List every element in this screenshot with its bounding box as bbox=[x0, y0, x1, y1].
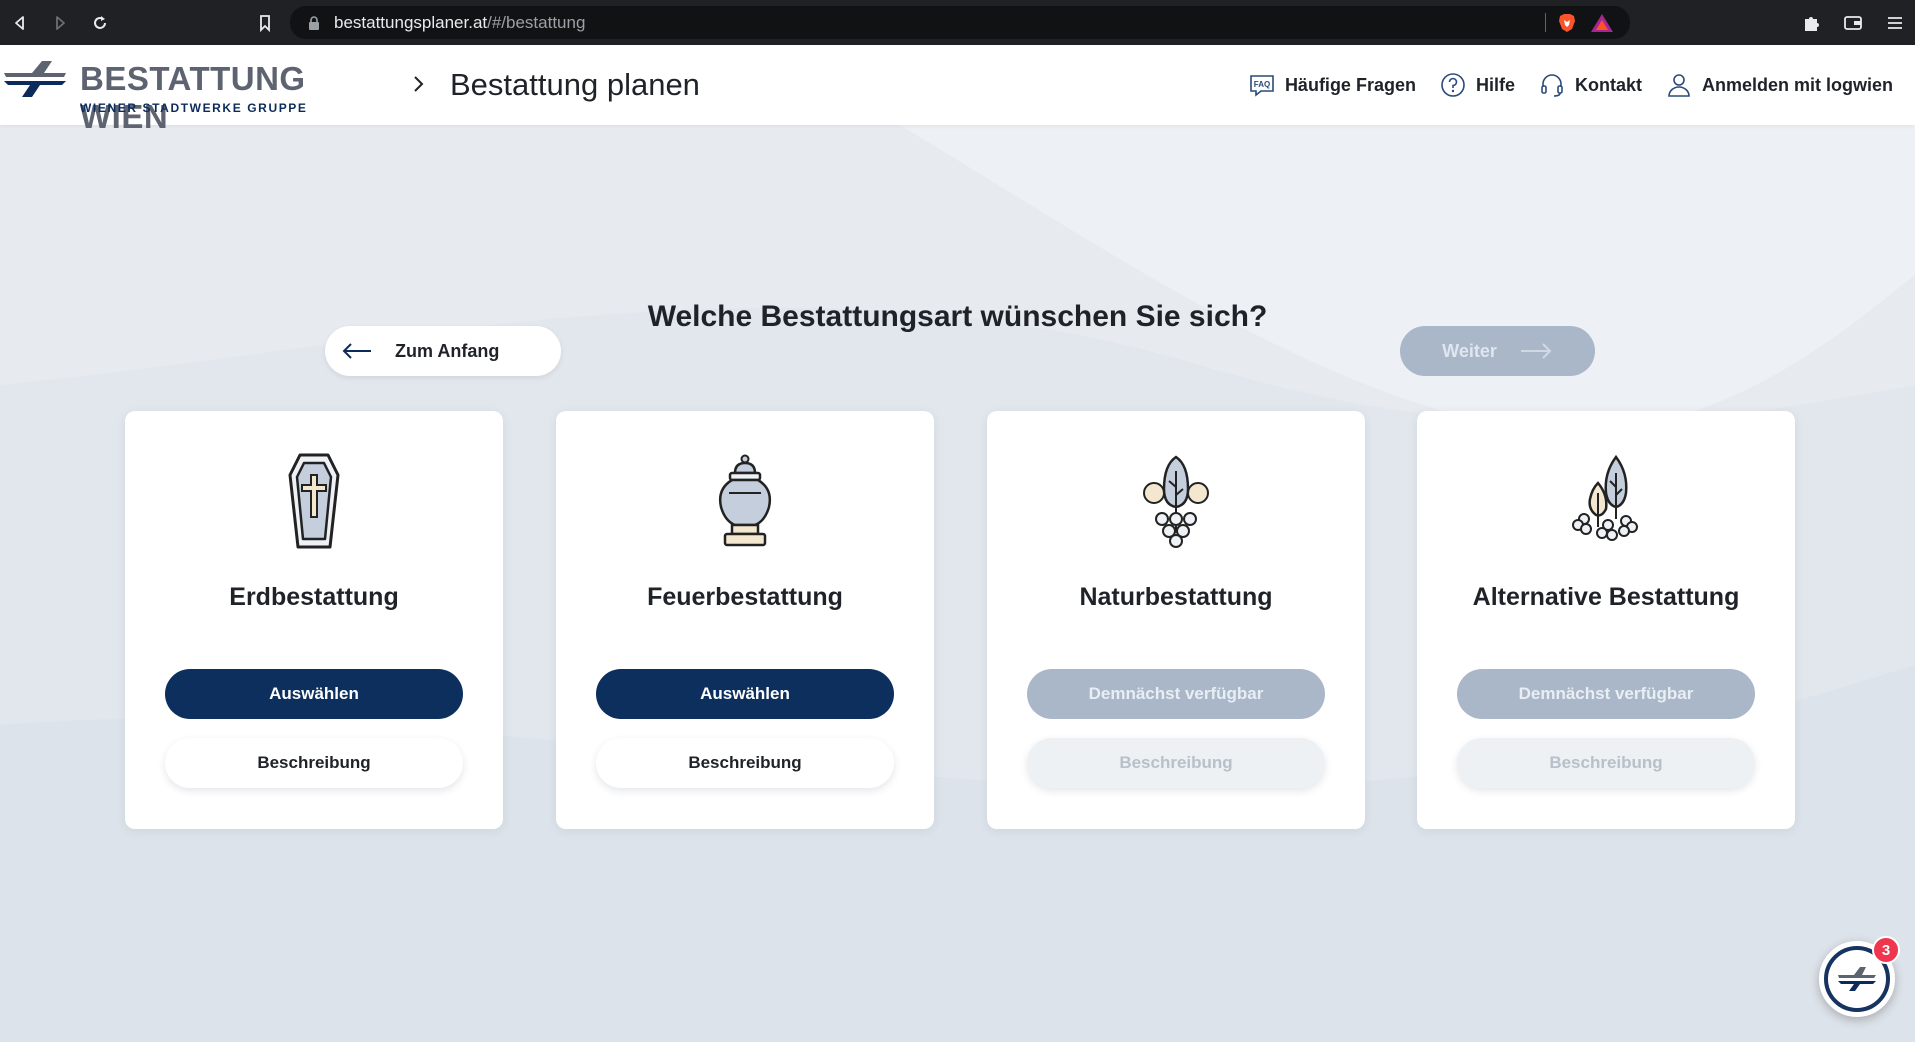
nav-faq[interactable]: FAQ Häufige Fragen bbox=[1249, 72, 1416, 98]
chat-widget-button[interactable]: 3 bbox=[1819, 936, 1900, 1017]
brave-rewards-icon[interactable] bbox=[1590, 13, 1614, 33]
description-button[interactable]: Beschreibung bbox=[165, 738, 463, 788]
brave-shield-icon[interactable] bbox=[1556, 12, 1578, 34]
card-title: Alternative Bestattung bbox=[1472, 583, 1740, 611]
nav-login[interactable]: Anmelden mit logwien bbox=[1666, 72, 1893, 98]
logo[interactable]: BESTATTUNG WIEN WIENER STADTWERKE GRUPPE bbox=[2, 57, 392, 135]
address-bar[interactable]: bestattungsplaner.at/#/bestattung bbox=[290, 6, 1630, 39]
back-to-start-label: Zum Anfang bbox=[395, 340, 500, 361]
faq-icon: FAQ bbox=[1250, 75, 1274, 97]
coming-soon-button[interactable]: Demnächst verfügbar bbox=[1027, 669, 1325, 719]
card-alternative-bestattung: Alternative Bestattung Demnächst verfügb… bbox=[1417, 411, 1795, 829]
url-path: /#/bestattung bbox=[487, 12, 586, 32]
description-button[interactable]: Beschreibung bbox=[1027, 738, 1325, 788]
site-header: BESTATTUNG WIEN WIENER STADTWERKE GRUPPE… bbox=[0, 45, 1915, 135]
leaves-flowers-icon bbox=[1572, 454, 1638, 541]
description-button[interactable]: Beschreibung bbox=[1457, 738, 1755, 788]
bookmark-icon[interactable] bbox=[245, 0, 285, 45]
logo-name: BESTATTUNG WIEN bbox=[80, 60, 306, 135]
browser-toolbar: bestattungsplaner.at/#/bestattung bbox=[0, 0, 1915, 45]
svg-text:FAQ: FAQ bbox=[1254, 80, 1270, 89]
nav-faq-label: Häufige Fragen bbox=[1284, 74, 1416, 95]
arrow-left-icon bbox=[342, 343, 371, 359]
card-title: Erdbestattung bbox=[229, 583, 399, 611]
arrow-right-icon bbox=[1520, 343, 1552, 359]
nav-help[interactable]: Hilfe bbox=[1440, 72, 1515, 98]
nav-contact-label: Kontakt bbox=[1574, 74, 1642, 95]
card-naturbestattung: Naturbestattung Demnächst verfügbar Besc… bbox=[987, 411, 1365, 829]
url-host: bestattungsplaner.at bbox=[334, 12, 488, 32]
divider bbox=[1545, 13, 1546, 32]
select-button[interactable]: Auswählen bbox=[165, 669, 463, 719]
select-button[interactable]: Auswählen bbox=[596, 669, 894, 719]
card-erdbestattung: Erdbestattung Auswählen Beschreibung bbox=[125, 411, 503, 829]
main-content: Welche Bestattungsart wünschen Sie sich?… bbox=[0, 125, 1915, 1042]
description-button[interactable]: Beschreibung bbox=[596, 738, 894, 788]
help-icon bbox=[1441, 73, 1465, 97]
extensions-icon[interactable] bbox=[1801, 13, 1821, 33]
back-icon[interactable] bbox=[0, 0, 40, 45]
card-title: Feuerbestattung bbox=[647, 583, 843, 611]
page-title: Bestattung planen bbox=[450, 67, 700, 102]
headset-icon bbox=[1541, 74, 1563, 97]
nav-login-label: Anmelden mit logwien bbox=[1701, 74, 1893, 95]
nav-help-label: Hilfe bbox=[1475, 74, 1515, 95]
tree-flowers-icon bbox=[1143, 455, 1209, 548]
menu-icon[interactable] bbox=[1885, 13, 1905, 33]
card-feuerbestattung: Feuerbestattung Auswählen Beschreibung bbox=[556, 411, 934, 829]
next-label: Weiter bbox=[1442, 340, 1497, 361]
user-icon bbox=[1668, 74, 1690, 97]
chevron-right-icon bbox=[414, 76, 424, 92]
coming-soon-button[interactable]: Demnächst verfügbar bbox=[1457, 669, 1755, 719]
notification-badge: 3 bbox=[1872, 936, 1900, 964]
card-title: Naturbestattung bbox=[1079, 583, 1273, 611]
top-navigation: FAQ Häufige Fragen Hilfe Kontakt Anmelde… bbox=[1249, 45, 1893, 125]
urn-icon bbox=[718, 454, 772, 547]
bestattung-wien-logo-icon bbox=[4, 61, 66, 97]
next-button[interactable]: Weiter bbox=[1400, 326, 1595, 376]
wallet-icon[interactable] bbox=[1843, 13, 1863, 33]
nav-contact[interactable]: Kontakt bbox=[1539, 72, 1642, 98]
question-heading: Welche Bestattungsart wünschen Sie sich? bbox=[647, 300, 1268, 333]
reload-icon[interactable] bbox=[80, 0, 120, 45]
back-to-start-button[interactable]: Zum Anfang bbox=[325, 326, 561, 376]
logo-subtitle: WIENER STADTWERKE GRUPPE bbox=[80, 101, 308, 115]
lock-icon bbox=[309, 15, 319, 30]
forward-icon[interactable] bbox=[40, 0, 80, 45]
coffin-icon bbox=[288, 453, 340, 549]
